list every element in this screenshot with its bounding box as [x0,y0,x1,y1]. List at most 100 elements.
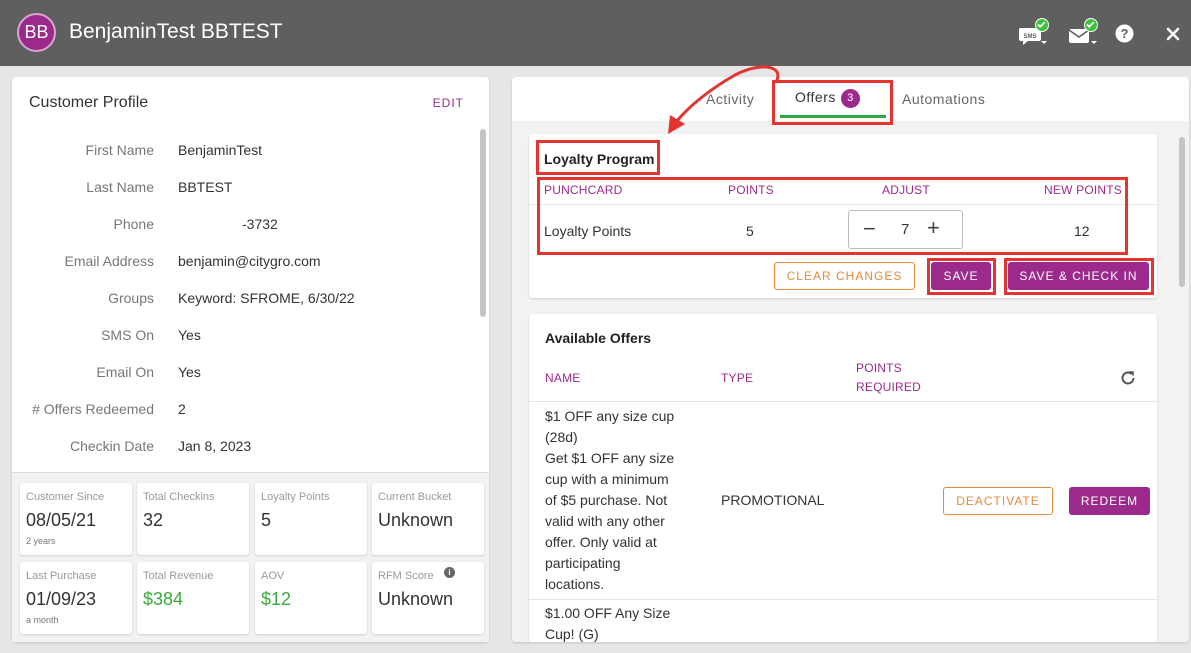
stat-last-purchase: Last Purchase 01/09/23 a month [20,562,132,634]
col-header-punchcard: PUNCHCARD [544,183,623,197]
offers-tab-content: Loyalty Program PUNCHCARD POINTS ADJUST … [512,121,1189,642]
points-adjust-stepper: − 7 + [848,210,963,249]
field-label: Email Address [64,253,154,269]
field-email: Email Address benjamin@citygro.com [12,253,472,273]
stat-aov: AOV $12 [255,562,367,634]
col-header-new-points: NEW POINTS [1044,183,1123,197]
field-phone: Phone -3732 [12,216,472,236]
field-value: Jan 8, 2023 [178,438,252,454]
stat-subtext: 2 years [26,536,56,546]
field-email-on: Email On Yes [12,364,472,384]
loyalty-program-card: Loyalty Program PUNCHCARD POINTS ADJUST … [529,134,1157,298]
clear-changes-button[interactable]: CLEAR CHANGES [774,262,915,290]
deactivate-button[interactable]: DEACTIVATE [943,487,1053,515]
close-icon[interactable] [1166,27,1180,51]
offer-line: $1 OFF any size cup [545,408,675,424]
customer-profile-title: Customer Profile [29,94,149,111]
stat-value: 01/09/23 [26,589,97,609]
offers-count-badge: 3 [840,89,860,108]
adjust-value[interactable]: 7 [901,221,909,238]
field-label: Email On [96,364,154,380]
stat-label: Total Checkins [143,491,215,503]
stat-current-bucket: Current Bucket Unknown [372,483,484,555]
col-header-points: POINTS [728,183,774,197]
offer-description: $1 OFF any size cup (28d) Get $1 OFF any… [545,406,715,595]
field-label: Checkin Date [69,438,154,454]
col-header-name: NAME [545,371,581,385]
field-value: 2 [178,401,186,417]
redeem-button[interactable]: REDEEM [1069,487,1150,515]
field-checkin-date: Checkin Date Jan 8, 2023 [12,438,472,458]
field-sms-on: SMS On Yes [12,327,472,347]
decrement-button[interactable]: − [863,218,876,240]
field-value: -3732 [242,216,278,232]
punchcard-name: Loyalty Points [544,223,632,239]
customer-name-title: BenjaminTest BBTEST [69,20,283,43]
stats-grid: Customer Since 08/05/21 2 years Total Ch… [12,473,489,642]
col-header-type: TYPE [721,371,754,385]
offer-type: PROMOTIONAL [721,492,825,508]
customer-profile-panel: Customer Profile EDIT First Name Benjami… [12,77,489,642]
tab-offers[interactable]: Offers 3 [795,89,860,108]
offers-scrollbar[interactable] [1179,137,1185,287]
stat-label: Customer Since [26,491,105,503]
field-label: Phone [113,216,154,232]
current-points: 5 [746,223,754,239]
available-offers-card: Available Offers NAME TYPE POINTS REQUIR… [529,314,1157,642]
offer-description: $1.00 OFF Any Size Cup! (G) [545,603,715,642]
field-value: BenjaminTest [178,142,263,158]
tab-automations[interactable]: Automations [902,91,985,107]
active-tab-indicator [780,115,886,118]
profile-scrollbar[interactable] [480,129,486,317]
stat-subtext: a month [26,615,59,625]
field-label: Last Name [86,179,154,195]
stat-customer-since: Customer Since 08/05/21 2 years [20,483,132,555]
col-header-adjust: ADJUST [882,183,930,197]
tab-activity[interactable]: Activity [706,91,754,107]
stat-value: Unknown [378,510,454,530]
field-label: Groups [108,290,154,306]
divider [529,204,1157,205]
offer-line: cup with a minimum [545,471,669,487]
stat-label: Last Purchase [26,570,97,582]
stat-loyalty-points: Loyalty Points 5 [255,483,367,555]
help-icon[interactable]: ? [1115,24,1134,48]
email-status-icon[interactable] [1068,18,1102,46]
field-value: BBTEST [178,179,233,195]
increment-button[interactable]: + [927,217,940,239]
offer-line: Get $1 OFF any size [545,450,675,466]
save-check-in-button[interactable]: SAVE & CHECK IN [1008,262,1149,290]
divider [529,401,1157,402]
stat-label: AOV [261,570,285,582]
app-header: BB BenjaminTest BBTEST SMS ? [0,0,1191,66]
info-icon[interactable]: i [444,567,455,578]
field-value: Keyword: SFROME, 6/30/22 [178,290,355,306]
offer-line: $1.00 OFF Any Size [545,605,671,621]
customer-detail-panel: Activity Offers 3 Automations Loyalty Pro… [512,77,1189,642]
stat-label: RFM Score [378,570,434,582]
offer-line: of $5 purchase. Not [545,492,668,508]
field-value: Yes [178,327,201,343]
email-check-icon [1084,18,1098,32]
stat-value: Unknown [378,589,454,609]
col-header-points-required-line2: REQUIRED [856,380,921,394]
field-first-name: First Name BenjaminTest [12,142,472,162]
stat-label: Current Bucket [378,491,452,503]
edit-profile-link[interactable]: EDIT [433,96,464,110]
offer-line: offer. Only valid at [545,534,657,550]
svg-text:?: ? [1121,26,1129,41]
new-points-value: 12 [1074,223,1090,239]
offer-line: Cup! (G) [545,626,599,642]
sms-status-icon[interactable]: SMS [1019,18,1053,46]
refresh-icon[interactable] [1119,369,1137,392]
sms-icon-text: SMS [1023,34,1036,40]
col-header-points-required-line1: POINTS [856,361,902,375]
field-value: benjamin@citygro.com [178,253,321,269]
stat-rfm-score: RFM Score i Unknown [372,562,484,634]
stat-label: Total Revenue [143,570,214,582]
available-offers-title: Available Offers [545,330,652,346]
stat-total-revenue: Total Revenue $384 [137,562,249,634]
stat-value: $384 [143,589,184,609]
save-button[interactable]: SAVE [931,262,991,290]
field-value: Yes [178,364,201,380]
